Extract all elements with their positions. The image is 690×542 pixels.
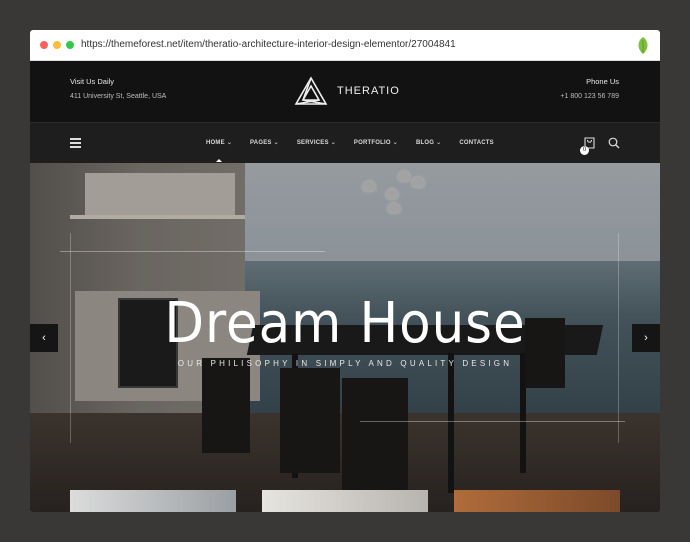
leaf-icon [638, 37, 648, 54]
thumbnail-image[interactable] [454, 490, 620, 512]
browser-window: https://themeforest.net/item/theratio-ar… [30, 30, 660, 512]
nav-item-services[interactable]: SERVICES ⌄ [297, 123, 336, 164]
next-slide-button[interactable]: › [632, 324, 660, 352]
prev-slide-button[interactable]: ‹ [30, 324, 58, 352]
main-navigation: HOME ⌄ PAGES ⌄ SERVICES ⌄ PORTFOLIO ⌄ BLOG ⌄ CONTA… [30, 122, 660, 163]
nav-menu: HOME ⌄ PAGES ⌄ SERVICES ⌄ PORTFOLIO ⌄ BLOG ⌄ CONTA… [206, 123, 512, 164]
phone-number[interactable]: +1 800 123 56 789 [560, 93, 619, 100]
nav-item-label: BLOG [415, 140, 435, 146]
close-window-button[interactable] [40, 41, 48, 49]
hero-subtitle: OUR PHILISOPHY IN SIMPLY AND QUALITY DES… [177, 359, 513, 368]
nav-item-label: PAGES [250, 140, 272, 146]
nav-item-blog[interactable]: BLOG ⌄ [416, 123, 441, 164]
chevron-down-icon: ⌄ [330, 140, 336, 146]
maximize-window-button[interactable] [66, 41, 74, 49]
nav-item-label: SERVICES [296, 140, 329, 146]
nav-item-label: PORTFOLIO [353, 140, 391, 146]
cart-count-badge: 0 [580, 146, 589, 155]
nav-item-home[interactable]: HOME ⌄ [206, 123, 232, 164]
address-text: 411 University St, Seattle, USA [70, 93, 167, 100]
nav-item-pages[interactable]: PAGES ⌄ [250, 123, 279, 164]
decor-line [360, 421, 625, 422]
chevron-down-icon: ⌄ [226, 140, 233, 146]
chevron-down-icon: ⌄ [436, 140, 442, 146]
nav-item-label: HOME [206, 140, 225, 146]
thumbnail-image[interactable] [70, 490, 236, 512]
hero-slider: Dream House OUR PHILISOPHY IN SIMPLY AND… [30, 163, 660, 512]
chevron-down-icon: ⌄ [392, 140, 398, 146]
visit-label: Visit Us Daily [70, 77, 115, 86]
decor-line [60, 251, 325, 252]
brand-name[interactable]: THERATIO [337, 85, 400, 97]
hamburger-menu-icon[interactable] [70, 138, 81, 148]
thumbnail-image[interactable] [262, 490, 428, 512]
chevron-down-icon: ⌄ [273, 140, 279, 146]
nav-item-portfolio[interactable]: PORTFOLIO ⌄ [354, 123, 398, 164]
search-icon[interactable] [608, 137, 620, 149]
browser-chrome: https://themeforest.net/item/theratio-ar… [30, 30, 660, 61]
minimize-window-button[interactable] [53, 41, 61, 49]
nav-item-label: CONTACTS [459, 140, 494, 146]
nav-item-contacts[interactable]: CONTACTS [459, 123, 494, 164]
top-info-bar: Visit Us Daily 411 University St, Seattl… [30, 61, 660, 122]
hero-title: Dream House [164, 291, 526, 356]
triangle-logo-icon[interactable] [294, 76, 328, 108]
phone-label: Phone Us [586, 77, 619, 86]
address-bar[interactable]: https://themeforest.net/item/theratio-ar… [81, 39, 456, 50]
